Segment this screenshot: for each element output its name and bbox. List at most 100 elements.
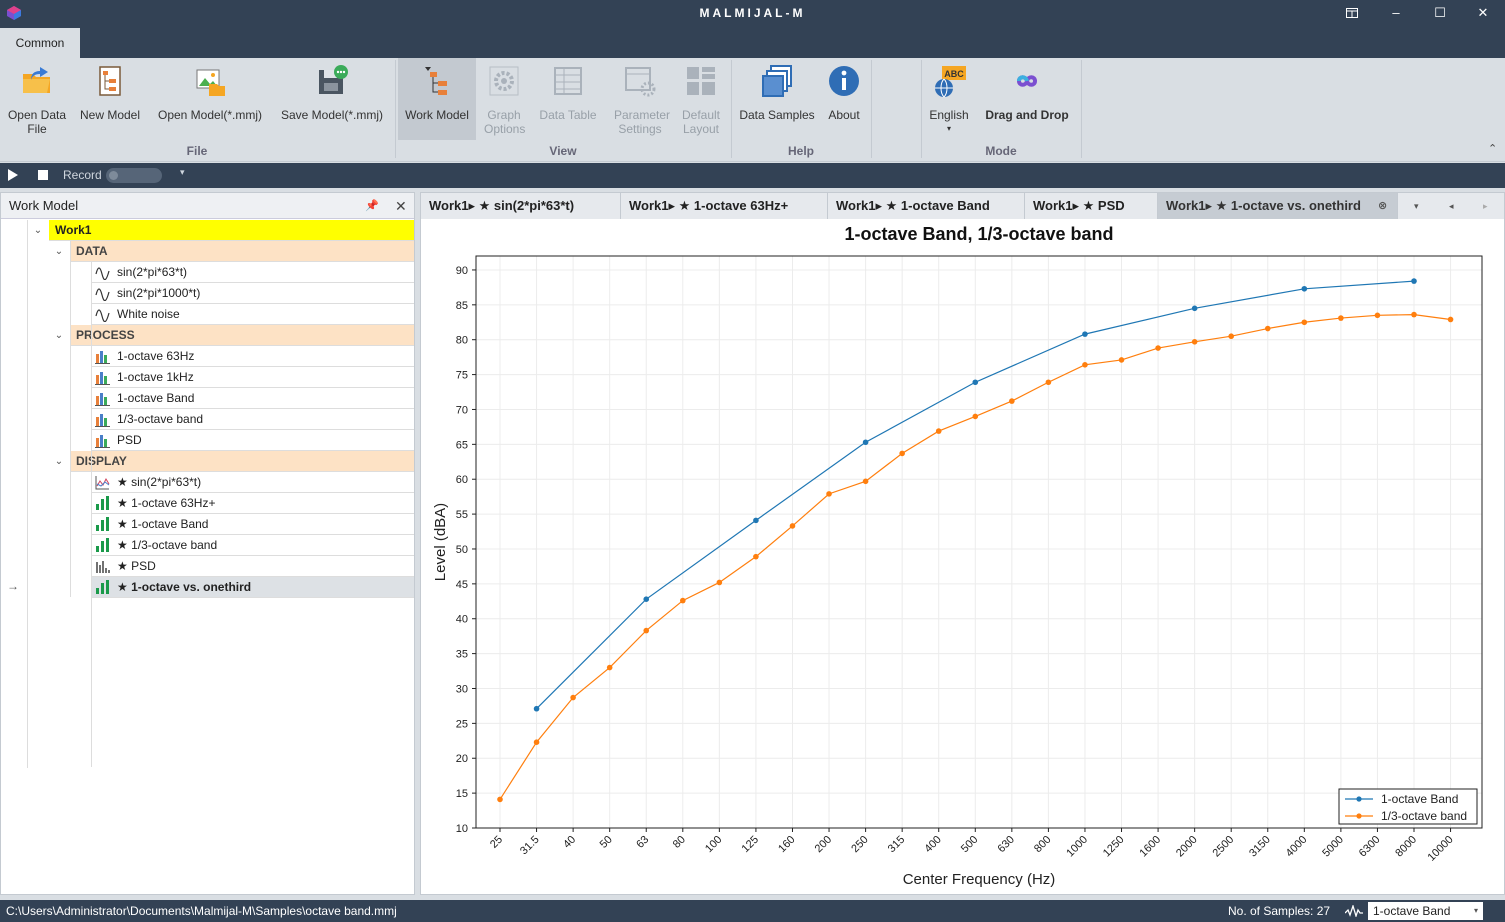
x-tick-label: 500 (959, 834, 980, 855)
tree-item[interactable]: ★ PSD (91, 556, 414, 577)
work-model-button[interactable]: Work Model (398, 58, 476, 140)
data-point (789, 523, 796, 529)
open-data-file-button[interactable]: Open Data File (4, 58, 70, 143)
scroll-tabs-left-icon[interactable]: ◂ (1449, 193, 1454, 219)
tree-item[interactable]: sin(2*pi*63*t) (91, 262, 414, 283)
collapse-work1-icon[interactable]: ⌄ (31, 220, 45, 241)
y-tick-label: 30 (456, 683, 468, 695)
tree-item[interactable]: ★ 1-octave 63Hz+ (91, 493, 414, 514)
legend-label: 1/3-octave band (1381, 809, 1467, 823)
waveform-icon (95, 267, 110, 280)
new-model-button[interactable]: New Model (76, 58, 144, 143)
waveform-icon (95, 309, 110, 322)
data-point (606, 664, 613, 671)
maximize-button[interactable]: ☐ (1418, 0, 1462, 27)
graph-options-button[interactable]: Graph Options (478, 58, 530, 143)
current-row-arrow-icon: → (7, 579, 19, 593)
scroll-tabs-right-icon[interactable]: ▸ (1483, 193, 1488, 219)
collapse-section-icon[interactable]: ⌄ (52, 325, 66, 346)
collapse-section-icon[interactable]: ⌄ (52, 241, 66, 262)
spectrum-icon (96, 561, 110, 573)
green-bar-chart-icon (96, 538, 109, 552)
tree-section-display[interactable]: DISPLAY (70, 451, 414, 472)
close-tab-icon[interactable]: ⊗ (1378, 193, 1387, 219)
y-tick-label: 50 (456, 544, 468, 556)
data-point (497, 796, 503, 803)
svg-text:ABC: ABC (944, 69, 964, 79)
language-button[interactable]: ABC English ▾ (924, 58, 974, 143)
tree-item[interactable]: ★ 1-octave vs. onethird (91, 577, 414, 598)
tab-1-octave-band[interactable]: Work1▸ ★ 1-octave Band (828, 193, 1025, 219)
data-point (1009, 398, 1015, 404)
tree-guide-line (91, 262, 92, 767)
tab-psd[interactable]: Work1▸ ★ PSD (1025, 193, 1158, 219)
data-samples-button[interactable]: Data Samples (734, 58, 820, 143)
drag-and-drop-button[interactable]: Drag and Drop (976, 58, 1078, 143)
tree-item-label: 1-octave Band (117, 391, 195, 405)
status-bar: C:\Users\Administrator\Documents\Malmija… (0, 900, 1505, 922)
green-bar-chart-icon (96, 517, 109, 531)
data-table-button[interactable]: Data Table (534, 58, 602, 143)
tree-item[interactable]: sin(2*pi*1000*t) (91, 283, 414, 304)
bar-chart-icon (95, 414, 110, 427)
parameter-settings-button[interactable]: Parameter Settings (606, 58, 674, 143)
tree-item-label: ★ 1-octave Band (117, 517, 209, 531)
chart-svg: 1-octave Band, 1/3-octave band 10 15 20 25 30… (432, 224, 1483, 888)
y-tick-label: 55 (456, 509, 468, 521)
data-point (1447, 316, 1454, 323)
tree-item-label: 1-octave 63Hz (117, 349, 195, 363)
tab-list-dropdown-icon[interactable]: ▾ (1414, 193, 1419, 219)
default-layout-button[interactable]: Default Layout (676, 58, 726, 143)
tree-section-process[interactable]: PROCESS (70, 325, 414, 346)
tree-item[interactable]: PSD (91, 430, 414, 451)
save-model-button[interactable]: Save Model(*.mmj) (274, 58, 390, 143)
legend-marker (1356, 796, 1362, 802)
x-tick-label: 5000 (1320, 834, 1346, 860)
tree-section-data[interactable]: DATA (70, 241, 414, 262)
restore-layout-button[interactable] (1330, 0, 1374, 27)
x-tick-label: 250 (849, 834, 870, 855)
tab-1-octave-63hz[interactable]: Work1▸ ★ 1-octave 63Hz+ (621, 193, 828, 219)
tree-item-label: PSD (117, 433, 142, 447)
pin-icon[interactable]: 📌 (365, 193, 379, 219)
signal-icon (1345, 905, 1363, 917)
tree-item[interactable]: ★ sin(2*pi*63*t) (91, 472, 414, 493)
tree-item-label: ★ 1-octave vs. onethird (117, 580, 252, 594)
tree-root-work1[interactable]: Work1 (49, 220, 414, 241)
close-button[interactable]: ✕ (1461, 0, 1505, 27)
about-button[interactable]: About (822, 58, 866, 143)
collapse-section-icon[interactable]: ⌄ (52, 451, 66, 472)
data-point (826, 491, 832, 497)
open-model-button[interactable]: Open Model(*.mmj) (150, 58, 270, 143)
bar-chart-icon (95, 372, 110, 385)
record-toggle[interactable] (106, 168, 162, 183)
tree-item[interactable]: ★ 1-octave Band (91, 514, 414, 535)
tree-item[interactable]: 1/3-octave band (91, 409, 414, 430)
tab-1-octave-vs-onethird[interactable]: Work1▸ ★ 1-octave vs. onethird ⊗ (1158, 193, 1398, 219)
tree-item[interactable]: 1-octave Band (91, 388, 414, 409)
work-model-header: Work Model 📌 ✕ (1, 193, 414, 219)
data-point (1118, 357, 1125, 363)
tab-common[interactable]: Common (0, 28, 80, 58)
play-icon[interactable] (8, 169, 18, 181)
data-point (1082, 362, 1088, 368)
display-selector[interactable]: 1-octave Band ▾ (1368, 902, 1483, 920)
tree-item[interactable]: 1-octave 1kHz (91, 367, 414, 388)
collapse-ribbon-icon[interactable]: ⌃ (1488, 142, 1497, 155)
x-tick-label: 1000 (1064, 834, 1090, 860)
y-tick-label: 90 (456, 265, 468, 277)
title-bar: MALMIJAL-M – ☐ ✕ (0, 0, 1505, 27)
minimize-button[interactable]: – (1374, 0, 1418, 27)
tree-item[interactable]: White noise (91, 304, 414, 325)
data-point (643, 596, 650, 602)
new-model-icon (99, 66, 121, 96)
record-dropdown-icon[interactable]: ▾ (180, 167, 185, 178)
data-point (716, 579, 723, 586)
chart-container: 1-octave Band, 1/3-octave band 10 15 20 25 30… (421, 220, 1504, 894)
infinity-icon (1016, 75, 1038, 87)
stop-icon[interactable] (38, 170, 48, 180)
tab-sin-display[interactable]: Work1▸ ★ sin(2*pi*63*t) (421, 193, 621, 219)
tree-item[interactable]: 1-octave 63Hz (91, 346, 414, 367)
close-pane-icon[interactable]: ✕ (395, 193, 407, 219)
tree-item[interactable]: ★ 1/3-octave band (91, 535, 414, 556)
